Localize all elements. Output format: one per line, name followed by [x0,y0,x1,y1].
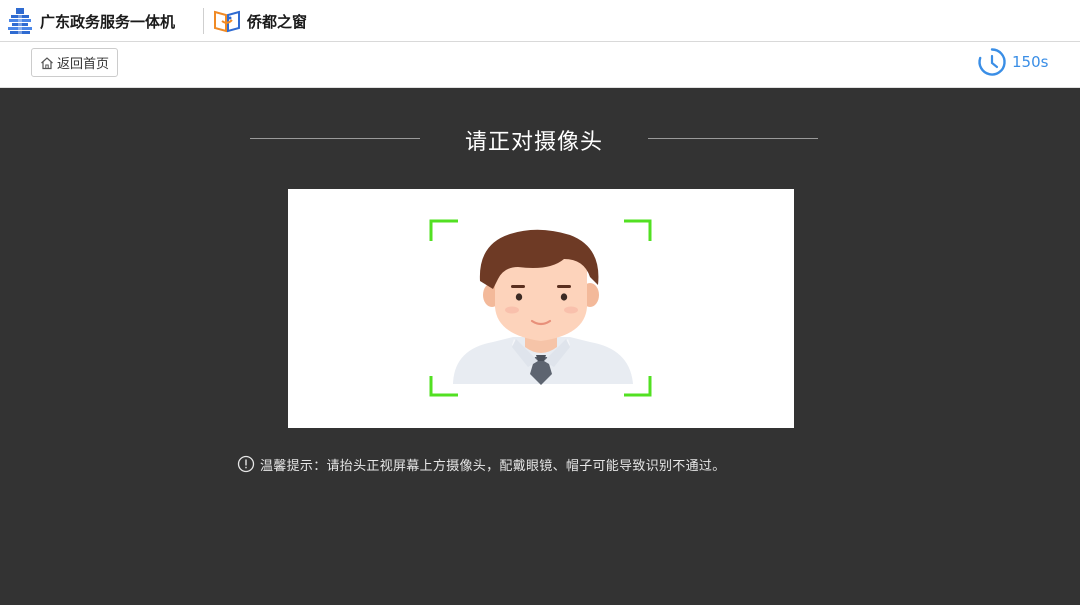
gov-service-logo-icon [8,8,32,34]
home-icon [41,56,53,69]
hint-message: 温馨提示：请抬头正视屏幕上方摄像头，配戴眼镜、帽子可能导致识别不通过。 [237,455,726,474]
hint-text: 温馨提示：请抬头正视屏幕上方摄像头，配戴眼镜、帽子可能导致识别不通过。 [260,458,726,474]
page-title: 请正对摄像头 [464,130,603,155]
qiaodu-brand: 侨都之窗 [213,6,307,36]
title-row: 请正对摄像头 [0,124,1080,155]
toolbar: 返回首页 150s [0,42,1080,88]
gov-service-brand-text: 广东政务服务一体机 [40,12,176,31]
countdown-value: 150s [1012,53,1049,71]
frame-corner-top-right [624,219,652,241]
brand-divider [203,8,204,34]
camera-preview [288,189,794,428]
info-alert-icon [237,455,255,473]
qiaodu-logo-icon [214,10,240,33]
frame-corner-top-left [429,219,458,241]
face-guide-illustration [429,219,652,397]
back-home-button[interactable]: 返回首页 [31,48,118,77]
back-home-label: 返回首页 [56,57,109,72]
title-divider-left [250,138,420,139]
clock-icon [978,48,1006,76]
countdown-timer: 150s [977,47,1048,77]
title-divider-right [648,138,818,139]
gov-service-brand: 广东政务服务一体机 [6,6,175,36]
qiaodu-brand-text: 侨都之窗 [247,12,308,31]
top-header: 广东政务服务一体机 侨都之窗 [0,0,1080,42]
